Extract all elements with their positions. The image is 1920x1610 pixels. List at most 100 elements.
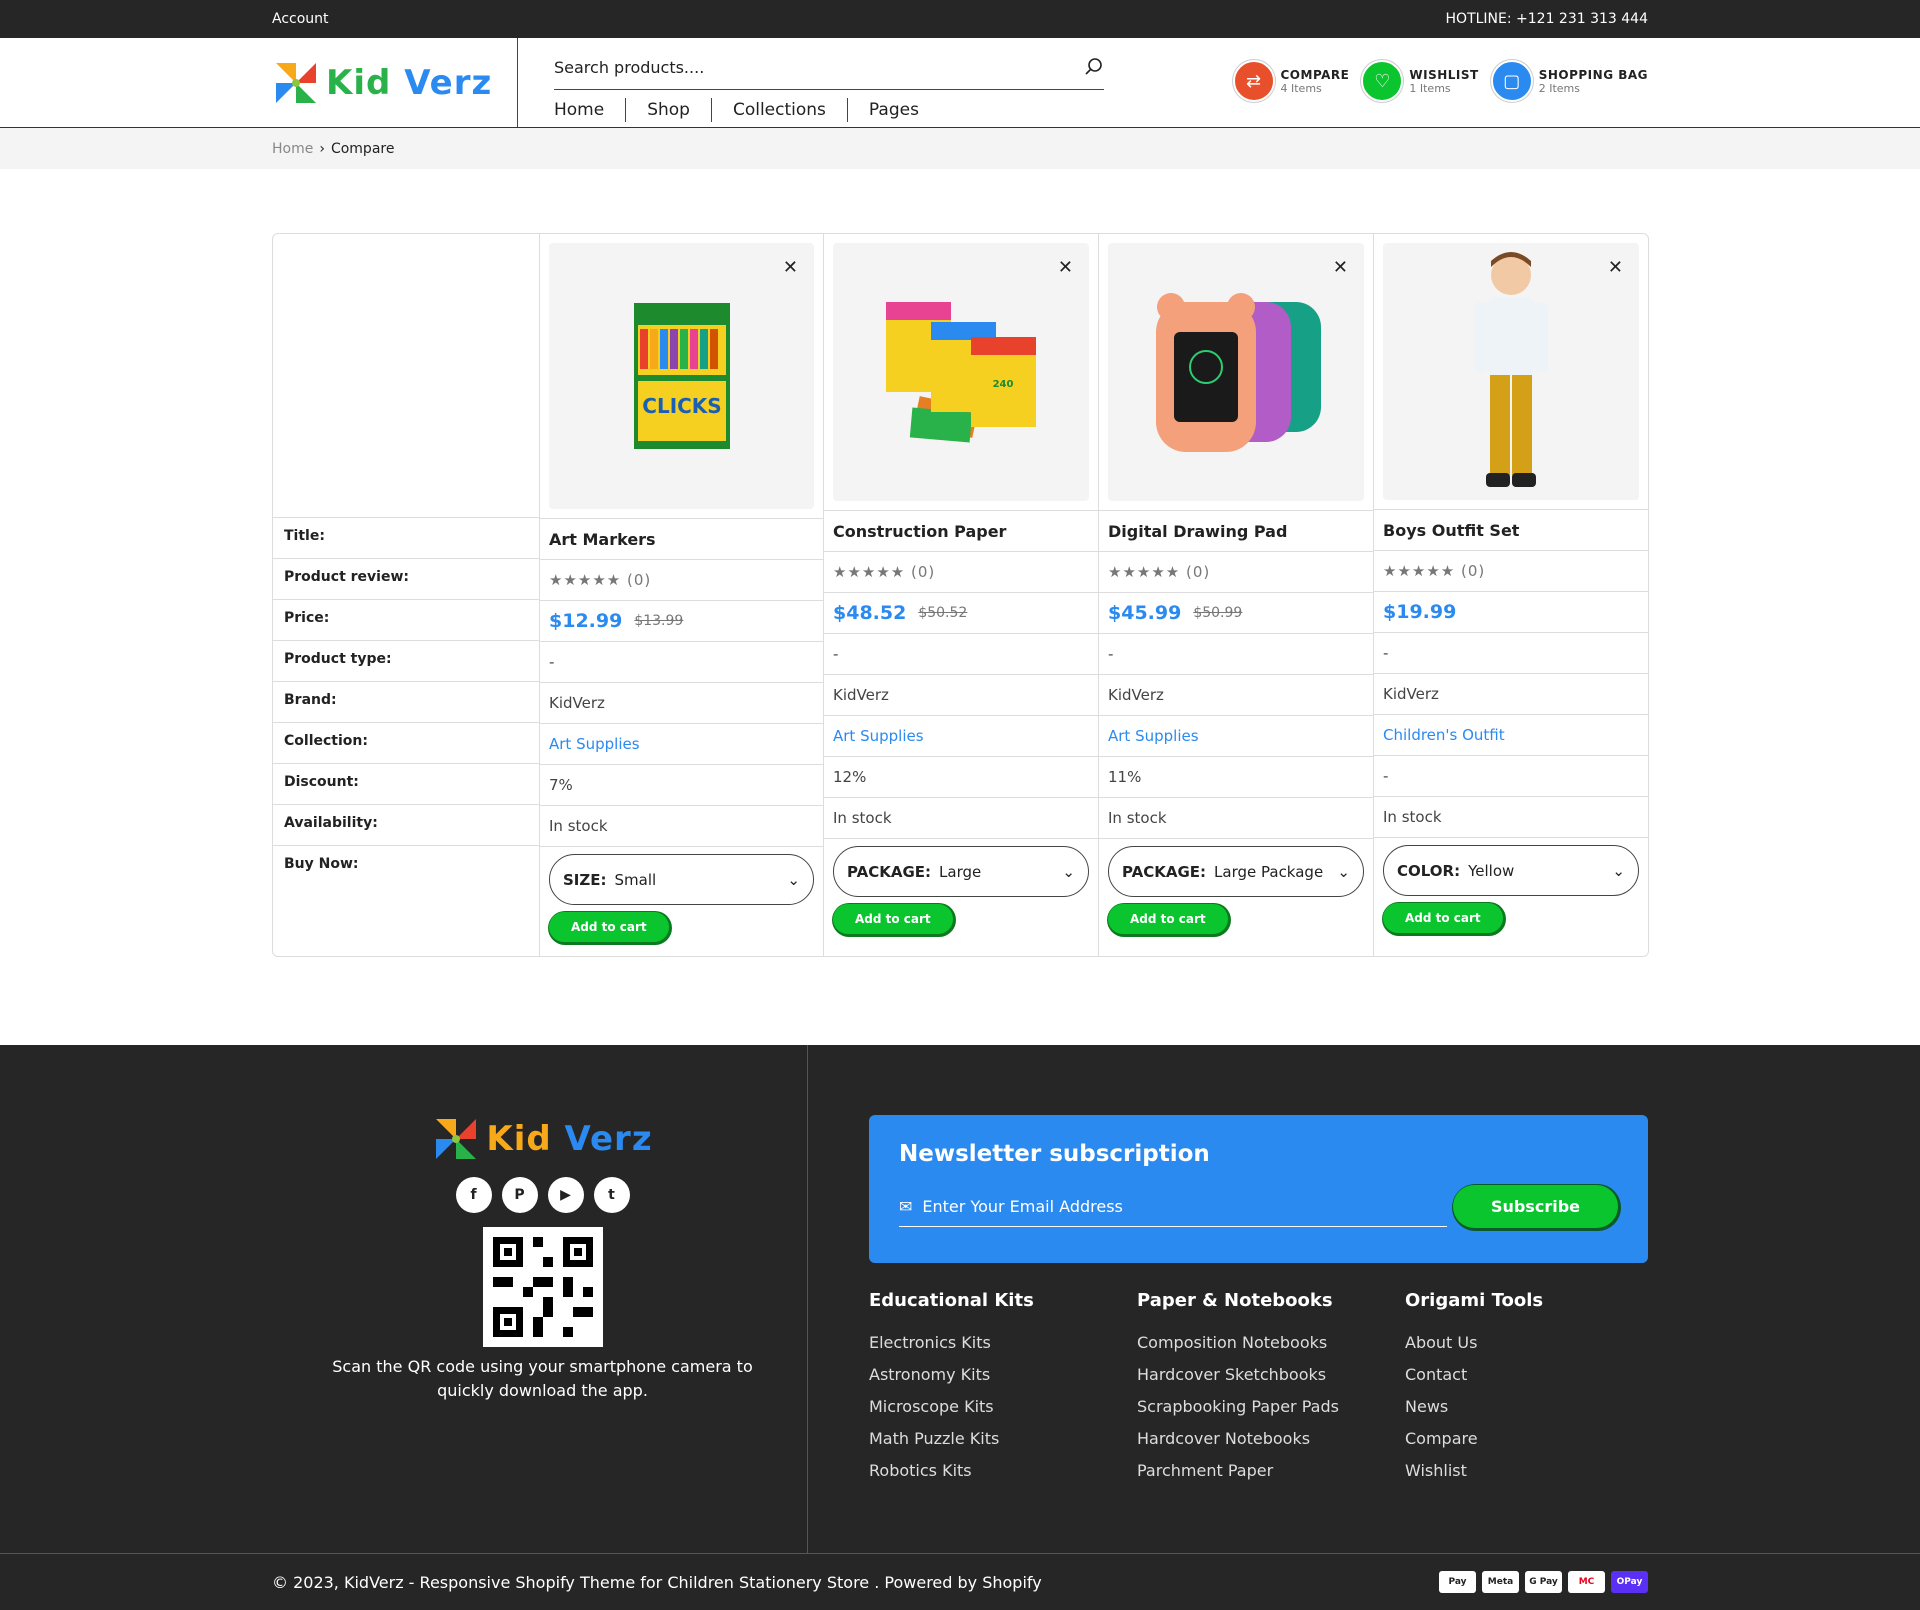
footer-link[interactable]: Hardcover Sketchbooks [1137,1359,1405,1391]
nav-home[interactable]: Home [554,98,627,122]
footer-link[interactable]: Hardcover Notebooks [1137,1423,1405,1455]
product-title[interactable]: Digital Drawing Pad [1099,510,1373,551]
close-icon[interactable]: ✕ [783,257,798,278]
option-select[interactable]: PACKAGE: Large ⌄ [833,846,1089,897]
heart-icon: ♡ [1361,60,1404,102]
logo-text-kid: Kid [486,1119,552,1159]
email-field[interactable]: ✉ Enter Your Email Address [899,1187,1447,1227]
youtube-icon[interactable]: ▶ [547,1177,584,1213]
search-input[interactable] [554,57,1034,77]
product-discount: 11% [1099,756,1373,797]
product-image[interactable]: ✕ [1383,243,1639,500]
footer-link[interactable]: Math Puzzle Kits [869,1423,1137,1455]
collection-link[interactable]: Art Supplies [833,727,924,745]
option-value: Yellow [1468,861,1515,880]
nav-shop[interactable]: Shop [626,98,712,122]
email-placeholder: Enter Your Email Address [922,1196,1123,1216]
footer-link[interactable]: Microscope Kits [869,1391,1137,1423]
buy-now: PACKAGE: Large Package ⌄ Add to cart [1099,838,1373,941]
subscribe-button[interactable]: Subscribe [1452,1185,1618,1228]
footer-logo[interactable]: Kid Verz [330,1115,755,1163]
product-column: ✕ CLICKS Art Markers ★★★★★ (0) $12.99 $13… [540,234,824,956]
option-label: COLOR: [1397,861,1461,880]
footer-link[interactable]: Astronomy Kits [869,1359,1137,1391]
add-to-cart-button[interactable]: Add to cart [549,912,669,942]
newsletter-form: ✉ Enter Your Email Address Subscribe [899,1185,1618,1228]
add-to-cart-button[interactable]: Add to cart [833,904,953,934]
apple-pay-icon: Pay [1439,1571,1476,1593]
logo[interactable]: Kid Verz [272,59,492,107]
row-label-review: Product review: [273,559,539,600]
wishlist-link[interactable]: ♡ WISHLIST 1 Items [1361,60,1478,102]
footer-column: Origami Tools About Us Contact News Comp… [1405,1290,1673,1487]
footer-link[interactable]: Composition Notebooks [1137,1327,1405,1359]
product-review: ★★★★★ (0) [540,559,823,600]
close-icon[interactable]: ✕ [1333,257,1348,278]
footer-link[interactable]: Electronics Kits [869,1327,1137,1359]
footer-link[interactable]: Robotics Kits [869,1455,1137,1487]
product-title[interactable]: Construction Paper [824,510,1098,551]
product-image[interactable]: ✕ 240 [833,243,1089,501]
footer-link[interactable]: Parchment Paper [1137,1455,1405,1487]
footer-link[interactable]: Contact [1405,1359,1673,1391]
add-to-cart-button[interactable]: Add to cart [1383,903,1503,933]
footer-column: Educational Kits Electronics Kits Astron… [869,1290,1137,1487]
close-icon[interactable]: ✕ [1608,257,1623,278]
close-icon[interactable]: ✕ [1058,257,1073,278]
boys-outfit-image [1474,251,1548,487]
price: $45.99 [1108,602,1182,624]
footer-link[interactable]: About Us [1405,1327,1673,1359]
collection-link[interactable]: Art Supplies [549,735,640,753]
pinterest-icon[interactable]: P [501,1177,538,1213]
nav-collections[interactable]: Collections [712,98,848,122]
product-title[interactable]: Art Markers [540,518,823,559]
collection-link[interactable]: Children's Outfit [1383,726,1505,744]
product-price: $12.99 $13.99 [540,600,823,641]
buy-now: PACKAGE: Large ⌄ Add to cart [824,838,1098,941]
google-pay-icon: G Pay [1525,1571,1562,1593]
svg-text:CLICKS: CLICKS [642,394,721,418]
collection-link[interactable]: Art Supplies [1108,727,1199,745]
footer-link[interactable]: Compare [1405,1423,1673,1455]
option-select[interactable]: SIZE: Small ⌄ [549,854,814,905]
qr-code [482,1227,603,1347]
facebook-icon[interactable]: f [455,1177,492,1213]
breadcrumb-home[interactable]: Home [272,141,313,157]
product-title[interactable]: Boys Outfit Set [1374,509,1648,550]
logo-area: Kid Verz [272,38,518,127]
mail-icon: ✉ [899,1196,913,1216]
buy-now: SIZE: Small ⌄ Add to cart [540,846,823,949]
product-availability: In stock [1099,797,1373,838]
footer-link[interactable]: Wishlist [1405,1455,1673,1487]
product-availability: In stock [540,805,823,846]
row-label-type: Product type: [273,641,539,682]
product-discount: - [1374,755,1648,796]
opay-icon: OPay [1611,1571,1648,1593]
product-image[interactable]: ✕ [1108,243,1364,501]
product-brand: KidVerz [824,674,1098,715]
account-link[interactable]: Account [272,11,329,27]
option-select[interactable]: COLOR: Yellow ⌄ [1383,845,1639,896]
product-image[interactable]: ✕ CLICKS [549,243,814,509]
option-select[interactable]: PACKAGE: Large Package ⌄ [1108,846,1364,897]
product-type: - [540,641,823,682]
header: Kid Verz Home Shop Collections Pages ⇄ C… [0,38,1920,128]
product-review: ★★★★★ (0) [1374,550,1648,591]
chevron-down-icon: ⌄ [787,870,800,889]
search-icon[interactable] [1084,57,1104,77]
product-availability: In stock [1374,796,1648,837]
bag-link[interactable]: ▢ SHOPPING BAG 2 Items [1490,60,1648,102]
add-to-cart-button[interactable]: Add to cart [1108,904,1228,934]
nav-pages[interactable]: Pages [848,98,940,122]
compare-icon: ⇄ [1232,60,1275,102]
product-column: ✕ Digital Drawing Pad ★★★★★ (0) $45.99 $5… [1099,234,1374,956]
footer-link[interactable]: News [1405,1391,1673,1423]
compare-link[interactable]: ⇄ COMPARE 4 Items [1232,60,1350,102]
breadcrumb-current: Compare [330,140,395,157]
hotline: HOTLINE: +121 231 313 444 [1445,11,1648,27]
old-price: $13.99 [634,613,684,629]
twitter-icon[interactable]: t [593,1177,630,1213]
product-collection: Art Supplies [540,723,823,764]
footer-link[interactable]: Scrapbooking Paper Pads [1137,1391,1405,1423]
option-value: Large [939,862,982,881]
